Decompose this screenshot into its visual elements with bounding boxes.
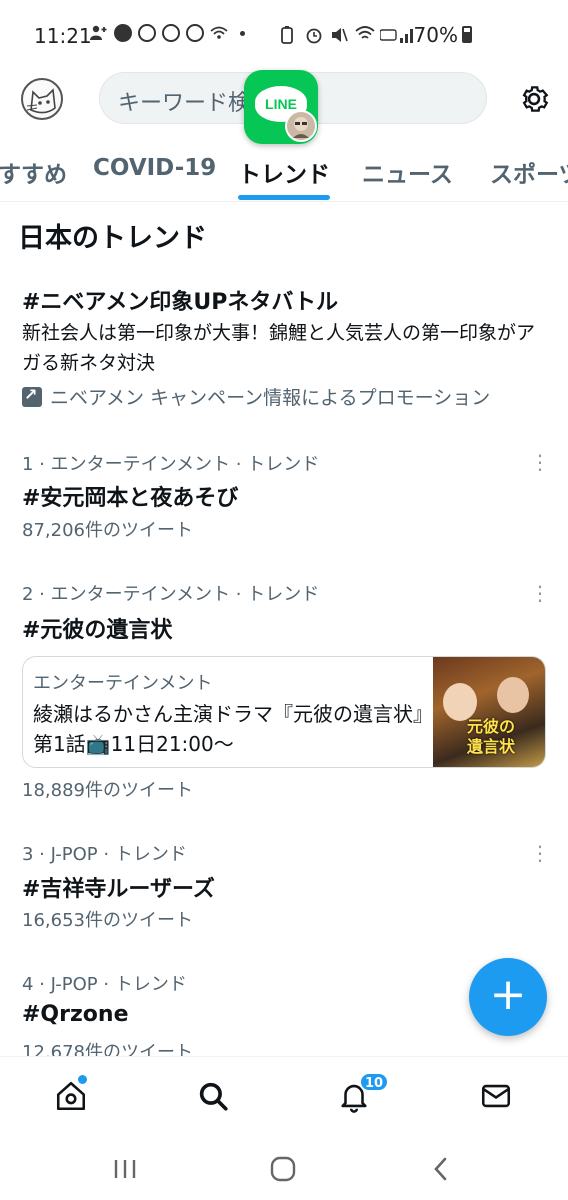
active-tab-indicator bbox=[238, 195, 330, 200]
trend-title[interactable]: #安元岡本と夜あそび bbox=[22, 480, 238, 512]
battery-saver-icon bbox=[280, 26, 298, 44]
trend-title[interactable]: #吉祥寺ルーザーズ bbox=[22, 871, 215, 903]
avatar-cat-drawing bbox=[26, 88, 56, 114]
trend-meta: 2 · エンターテインメント · トレンド bbox=[22, 584, 320, 605]
trend-tweet-count: 87,206件のツイート bbox=[22, 520, 193, 541]
news-card-headline: 綾瀬はるかさん主演ドラマ『元彼の遺言状』第1話📺11日21:00〜 bbox=[33, 699, 433, 759]
trend-meta: 4 · J-POP · トレンド bbox=[22, 974, 187, 995]
tv-icon: 📺 bbox=[85, 732, 111, 756]
wifi-calling-icon bbox=[210, 25, 228, 41]
tab-trending[interactable]: トレンド bbox=[238, 155, 330, 189]
wifi-icon bbox=[355, 26, 375, 42]
q-status-icon bbox=[186, 24, 204, 42]
add-person-icon bbox=[90, 25, 108, 41]
tab-sports[interactable]: スポーツ bbox=[490, 155, 568, 189]
mute-icon bbox=[330, 26, 348, 42]
thumbnail-person bbox=[443, 683, 477, 721]
home-unread-dot bbox=[78, 1075, 87, 1084]
promoted-arrow-icon bbox=[22, 385, 42, 407]
battery-percent: 70% bbox=[413, 23, 458, 47]
back-icon[interactable] bbox=[426, 1154, 456, 1184]
trend-title[interactable]: #Qrzone bbox=[22, 1002, 129, 1027]
tab-recommended[interactable]: すすめ bbox=[0, 155, 67, 189]
battery-icon bbox=[462, 26, 472, 43]
news-card-category: エンターテインメント bbox=[33, 673, 213, 694]
mail-icon[interactable] bbox=[479, 1079, 513, 1113]
promotion-text: ニベアメン キャンペーン情報によるプロモーション bbox=[50, 387, 491, 409]
avatar[interactable] bbox=[21, 78, 63, 120]
alarm-icon bbox=[305, 26, 323, 44]
status-bar: 11:21 70% bbox=[0, 0, 568, 70]
promoted-trend-description: 新社会人は第一印象が大事！錦鯉と人気芸人の第一印象がアガる新ネタ対決 bbox=[22, 322, 536, 374]
promotion-label: ニベアメン キャンペーン情報によるプロモーション bbox=[22, 383, 490, 410]
bottom-navigation: 10 bbox=[0, 1056, 568, 1136]
status-notification-icons bbox=[90, 24, 245, 42]
notification-badge: 10 bbox=[359, 1072, 390, 1092]
more-options-icon[interactable]: ⋮ bbox=[530, 582, 550, 604]
news-card-thumbnail: 元彼の遺言状 bbox=[433, 657, 545, 767]
line-chat-avatar bbox=[285, 110, 317, 142]
system-navigation-bar bbox=[0, 1136, 568, 1200]
q-status-icon bbox=[138, 24, 156, 42]
thumbnail-title: 元彼の遺言状 bbox=[467, 717, 516, 756]
tab-news[interactable]: ニュース bbox=[362, 155, 453, 189]
compose-tweet-button[interactable]: + bbox=[469, 958, 547, 1036]
recent-apps-icon[interactable] bbox=[110, 1154, 140, 1184]
q-status-icon bbox=[162, 24, 180, 42]
promoted-trend-title[interactable]: #ニベアメン印象UPネタバトル bbox=[22, 284, 338, 316]
search-input[interactable]: キーワード検 bbox=[118, 85, 250, 117]
home-icon[interactable] bbox=[54, 1079, 88, 1113]
tab-covid19[interactable]: COVID-19 bbox=[93, 155, 216, 181]
line-status-icon bbox=[114, 24, 132, 42]
explore-tabs: すすめ COVID-19 トレンド ニュース スポーツ bbox=[0, 140, 568, 202]
page-title: 日本のトレンド bbox=[18, 223, 207, 254]
search-icon[interactable] bbox=[196, 1079, 230, 1113]
trend-tweet-count: 18,889件のツイート bbox=[22, 780, 193, 801]
news-card[interactable]: エンターテインメント 綾瀬はるかさん主演ドラマ『元彼の遺言状』第1話📺11日21… bbox=[22, 656, 546, 768]
more-options-icon[interactable]: ⋮ bbox=[530, 451, 550, 473]
status-time: 11:21 bbox=[34, 24, 92, 48]
trend-tweet-count: 16,653件のツイート bbox=[22, 910, 193, 931]
more-options-icon[interactable]: ⋮ bbox=[530, 842, 550, 864]
home-button-icon[interactable] bbox=[268, 1154, 298, 1184]
gear-icon[interactable] bbox=[517, 82, 551, 116]
trend-meta: 3 · J-POP · トレンド bbox=[22, 844, 187, 865]
more-notifications-dot bbox=[240, 30, 245, 36]
status-system-icons bbox=[280, 26, 414, 44]
trend-title[interactable]: #元彼の遺言状 bbox=[22, 612, 172, 644]
trend-meta: 1 · エンターテインメント · トレンド bbox=[22, 454, 320, 475]
volte-signal-icon bbox=[379, 26, 414, 43]
news-card-headline-part2: 11日21:00〜 bbox=[110, 732, 234, 756]
thumbnail-person bbox=[497, 677, 529, 713]
